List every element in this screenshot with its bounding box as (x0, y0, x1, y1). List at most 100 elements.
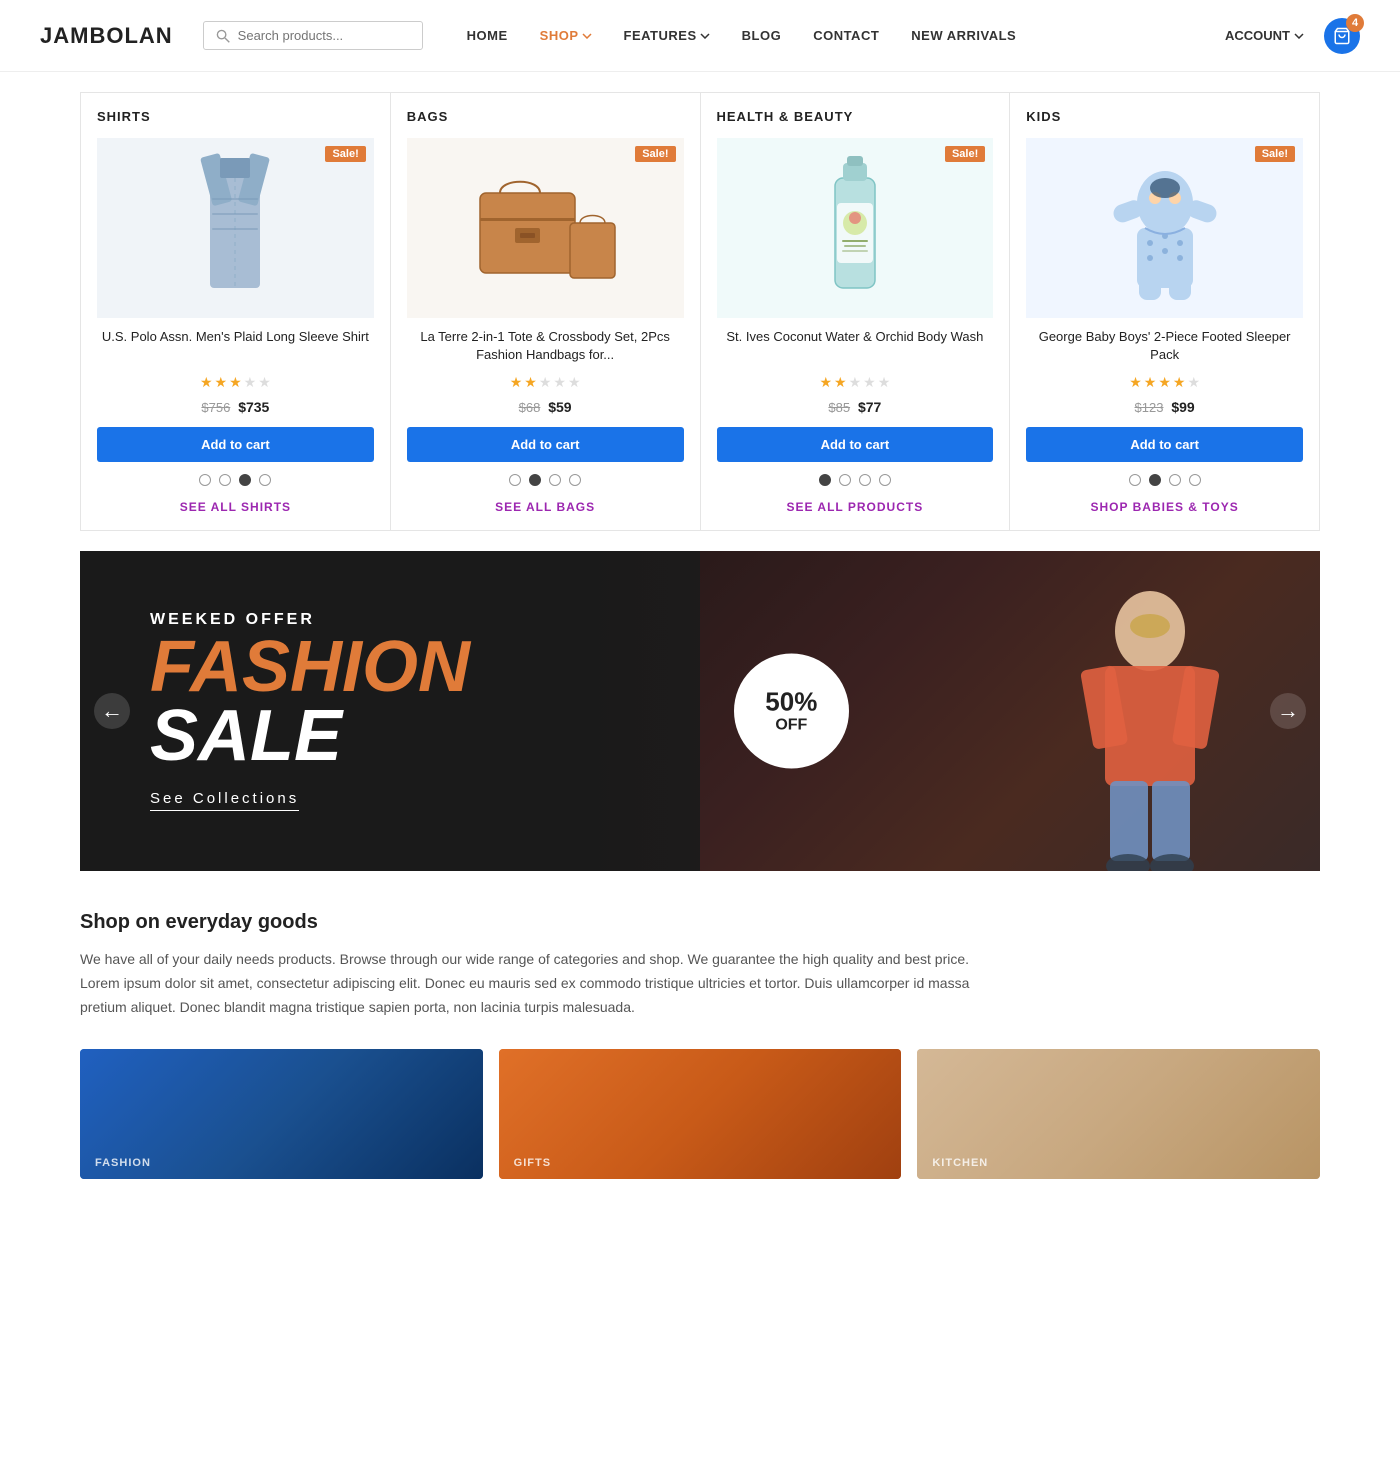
chevron-down-icon (700, 33, 710, 39)
product-card-bags: Sale! La Terre 2-in-1 Tote & Crossbody S… (407, 138, 684, 514)
product-image-shirt[interactable] (97, 138, 374, 318)
shop-section-title: Shop on everyday goods (80, 911, 1320, 934)
promo-banner: ← WEEKED OFFER FASHION SALE See Collecti… (80, 551, 1320, 871)
old-price-kids: $123 (1135, 400, 1164, 415)
dot-1[interactable] (199, 474, 211, 486)
bottom-image-kitchen[interactable]: KITCHEN (917, 1049, 1320, 1179)
product-col-kids: KIDS Sale! (1010, 92, 1320, 531)
chevron-down-icon (582, 33, 592, 39)
dots-bags (407, 474, 684, 486)
product-name-kids: George Baby Boys' 2-Piece Footed Sleeper… (1026, 328, 1303, 366)
see-collections-button[interactable]: See Collections (150, 790, 299, 811)
dots-shirt (97, 474, 374, 486)
dot-4[interactable] (259, 474, 271, 486)
cart-count-badge: 4 (1346, 14, 1364, 32)
col-title-kids: KIDS (1026, 109, 1303, 124)
banner-title-fashion: FASHION (150, 633, 470, 701)
dot-2-active[interactable] (529, 474, 541, 486)
percent-value: 50% (765, 688, 817, 717)
nav-item-features[interactable]: FEATURES (610, 28, 724, 43)
product-image-health[interactable] (717, 138, 994, 318)
dots-kids (1026, 474, 1303, 486)
logo[interactable]: JAMBOLAN (40, 23, 173, 49)
old-price-bags: $68 (519, 400, 541, 415)
product-card-kids: Sale! (1026, 138, 1303, 514)
banner-nav-left[interactable]: ← (94, 693, 130, 729)
star-2: ★ (215, 374, 228, 391)
sale-badge-kids: Sale! (1255, 146, 1295, 162)
star-rating-shirt: ★ ★ ★ ★ ★ (97, 374, 374, 391)
star-5: ★ (258, 374, 271, 391)
nav-item-home[interactable]: HOME (453, 28, 522, 43)
new-price-health: $77 (858, 399, 881, 415)
banner-title-sale: SALE (150, 702, 470, 770)
dots-health (717, 474, 994, 486)
product-card-shirt: Sale! U.S. Polo Assn. Men's Plaid Long S… (97, 138, 374, 514)
bottom-image-gifts[interactable]: GIFTS (499, 1049, 902, 1179)
dot-3[interactable] (859, 474, 871, 486)
product-name-bags: La Terre 2-in-1 Tote & Crossbody Set, 2P… (407, 328, 684, 366)
new-price-kids: $99 (1171, 399, 1194, 415)
product-image-kids[interactable] (1026, 138, 1303, 318)
nav-item-blog[interactable]: BLOG (728, 28, 796, 43)
sale-badge-bags: Sale! (635, 146, 675, 162)
sale-badge: Sale! (325, 146, 365, 162)
product-image-bags[interactable] (407, 138, 684, 318)
new-price-bags: $59 (548, 399, 571, 415)
bottom-image-fashion[interactable]: FASHION (80, 1049, 483, 1179)
old-price-health: $85 (828, 400, 850, 415)
dot-2-active[interactable] (1149, 474, 1161, 486)
dot-3[interactable] (1169, 474, 1181, 486)
product-name-health: St. Ives Coconut Water & Orchid Body Was… (717, 328, 994, 366)
dot-4[interactable] (1189, 474, 1201, 486)
search-bar (203, 21, 423, 50)
product-col-bags: BAGS Sale! La Terre 2-in-1 Tot (391, 92, 701, 531)
header: JAMBOLAN HOME SHOP FEATURES BLOG CONTACT… (0, 0, 1400, 72)
nav-item-shop[interactable]: SHOP (526, 28, 606, 43)
banner-text-area: WEEKED OFFER FASHION SALE See Collection… (80, 571, 540, 851)
search-input[interactable] (238, 28, 410, 43)
account-button[interactable]: ACCOUNT (1225, 28, 1304, 43)
dot-1[interactable] (1129, 474, 1141, 486)
main-nav: HOME SHOP FEATURES BLOG CONTACT NEW ARRI… (453, 28, 1031, 43)
sale-badge-health: Sale! (945, 146, 985, 162)
nav-item-contact[interactable]: CONTACT (799, 28, 893, 43)
percent-off-label: OFF (775, 716, 807, 734)
dot-3[interactable] (549, 474, 561, 486)
dot-2[interactable] (219, 474, 231, 486)
col-title-shirts: SHIRTS (97, 109, 374, 124)
star-rating-health: ★ ★ ★ ★ ★ (717, 374, 994, 391)
price-row-health: $85 $77 (717, 399, 994, 415)
dot-1-active[interactable] (819, 474, 831, 486)
add-to-cart-health[interactable]: Add to cart (717, 427, 994, 462)
add-to-cart-shirt[interactable]: Add to cart (97, 427, 374, 462)
see-all-bags[interactable]: SEE ALL BAGS (407, 500, 684, 514)
see-all-products[interactable]: SEE ALL PRODUCTS (717, 500, 994, 514)
old-price-shirt: $756 (201, 400, 230, 415)
col-title-bags: BAGS (407, 109, 684, 124)
dot-1[interactable] (509, 474, 521, 486)
product-sections: SHIRTS Sale! U.S. Polo Assn. Men's Plaid… (0, 72, 1400, 551)
star-4: ★ (244, 374, 257, 391)
star-1: ★ (200, 374, 213, 391)
star-3: ★ (229, 374, 242, 391)
product-col-health: HEALTH & BEAUTY Sale! (701, 92, 1011, 531)
shop-section-desc: We have all of your daily needs products… (80, 948, 1000, 1019)
add-to-cart-kids[interactable]: Add to cart (1026, 427, 1303, 462)
price-row-kids: $123 $99 (1026, 399, 1303, 415)
discount-circle: 50% OFF (734, 654, 849, 769)
star-rating-bags: ★ ★ ★ ★ ★ (407, 374, 684, 391)
dot-4[interactable] (879, 474, 891, 486)
dot-2[interactable] (839, 474, 851, 486)
banner-nav-right[interactable]: → (1270, 693, 1306, 729)
see-all-shirts[interactable]: SEE ALL SHIRTS (97, 500, 374, 514)
nav-item-new-arrivals[interactable]: NEW ARRIVALS (897, 28, 1030, 43)
cart-button[interactable]: 4 (1324, 18, 1360, 54)
col-title-health: HEALTH & BEAUTY (717, 109, 994, 124)
shop-babies-toys[interactable]: SHOP BABIES & TOYS (1026, 500, 1303, 514)
star-rating-kids: ★ ★ ★ ★ ★ (1026, 374, 1303, 391)
add-to-cart-bags[interactable]: Add to cart (407, 427, 684, 462)
dot-3-active[interactable] (239, 474, 251, 486)
product-card-health: Sale! St. Ives Coconut Water & (717, 138, 994, 514)
dot-4[interactable] (569, 474, 581, 486)
